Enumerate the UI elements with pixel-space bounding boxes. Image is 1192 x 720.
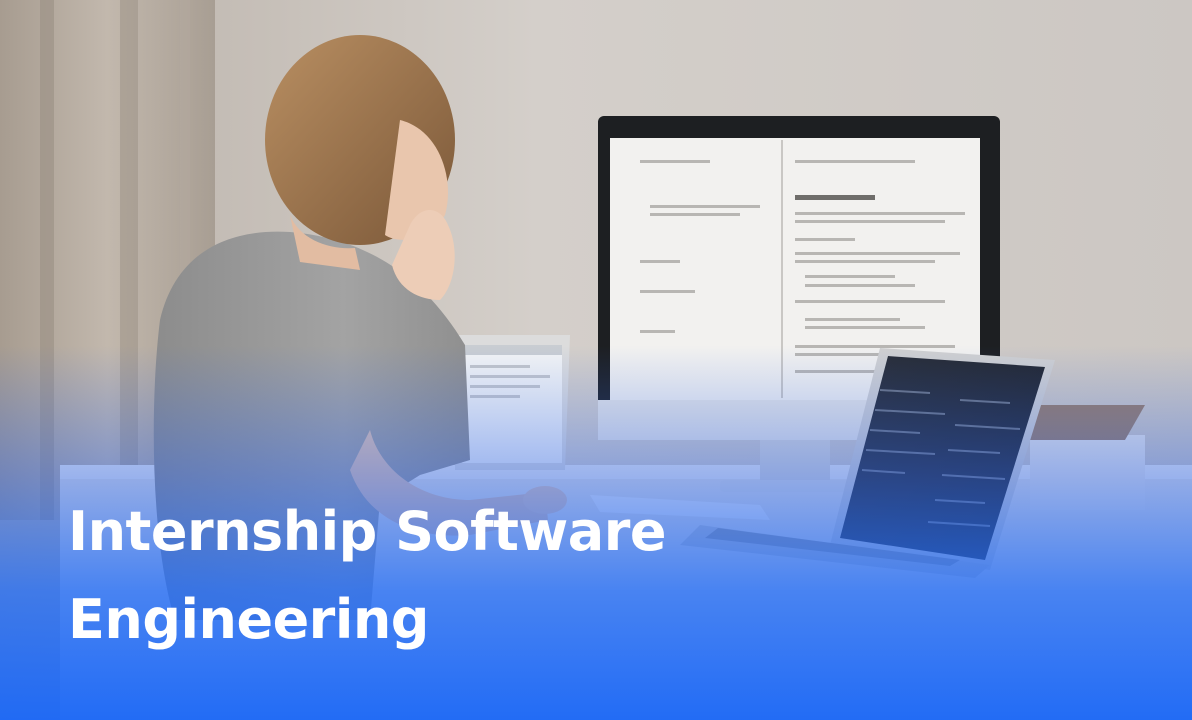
banner-title-line-2: Engineering [68, 588, 429, 651]
hero-banner: Internship Software Engineering [0, 0, 1192, 720]
banner-title: Internship Software Engineering [68, 488, 828, 664]
banner-title-line-1: Internship Software [68, 500, 666, 563]
